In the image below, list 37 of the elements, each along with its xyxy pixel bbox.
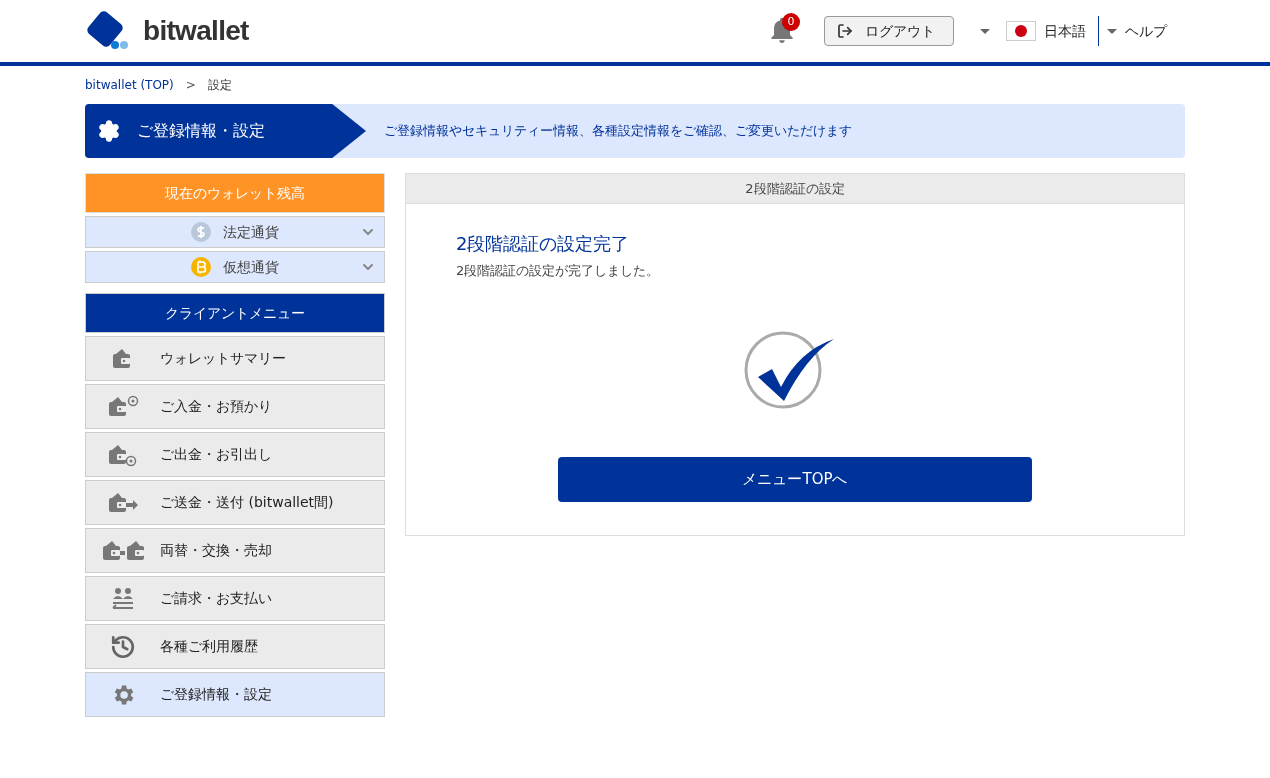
logout-icon [837,23,853,39]
bitcoin-coin-icon [191,257,211,277]
balance-row[interactable]: 仮想通貨 [85,251,385,283]
menu-item[interactable]: 各種ご利用履歴 [85,624,385,669]
logout-button[interactable]: ログアウト [824,16,954,46]
menu-top-button[interactable]: メニューTOPへ [558,456,1032,502]
menu-item[interactable]: ご請求・お支払い [85,576,385,621]
menu-item[interactable]: ご入金・お預かり [85,384,385,429]
people-arrows-icon [110,585,136,612]
help-menu[interactable]: ヘルプ [1107,20,1167,42]
banner-description: ご登録情報やセキュリティー情報、各種設定情報をご確認、ご変更いただけます [384,122,852,141]
notification-count: 0 [782,13,800,31]
dropdown-caret-icon [980,28,990,34]
menu-item[interactable]: ご出金・お引出し [85,432,385,477]
menu-header: クライアントメニュー [85,293,385,333]
dollar-coin-icon [191,222,211,242]
balance-row[interactable]: 法定通貨 [85,216,385,248]
breadcrumb-link[interactable]: bitwallet (TOP) [85,76,174,94]
settings-icon [97,119,121,143]
panel-header: 2段階認証の設定 [406,174,1184,204]
notification-button[interactable]: 0 [766,15,798,47]
history-icon [110,633,136,660]
logo-text: bitwallet [143,14,249,48]
breadcrumb-separator: > [185,77,196,94]
panel-title: 2段階認証の設定完了 [456,232,631,256]
logo-icon [85,11,131,51]
dropdown-caret-icon [1107,28,1117,34]
banner-title: ご登録情報・設定 [137,120,265,142]
menu-item[interactable]: 両替・交換・売却 [85,528,385,573]
menu-item[interactable]: ご送金・送付 (bitwallet間) [85,480,385,525]
language-selector[interactable]: 日本語 [980,16,1099,46]
menu-item[interactable]: ウォレットサマリー [85,336,385,381]
flag-icon [1006,21,1036,41]
menu-item[interactable]: ご登録情報・設定 [85,672,385,717]
breadcrumb-current: 設定 [207,77,232,94]
balance-header: 現在のウォレット残高 [85,173,385,213]
panel-message: 2段階認証の設定が完了しました。 [456,262,661,280]
